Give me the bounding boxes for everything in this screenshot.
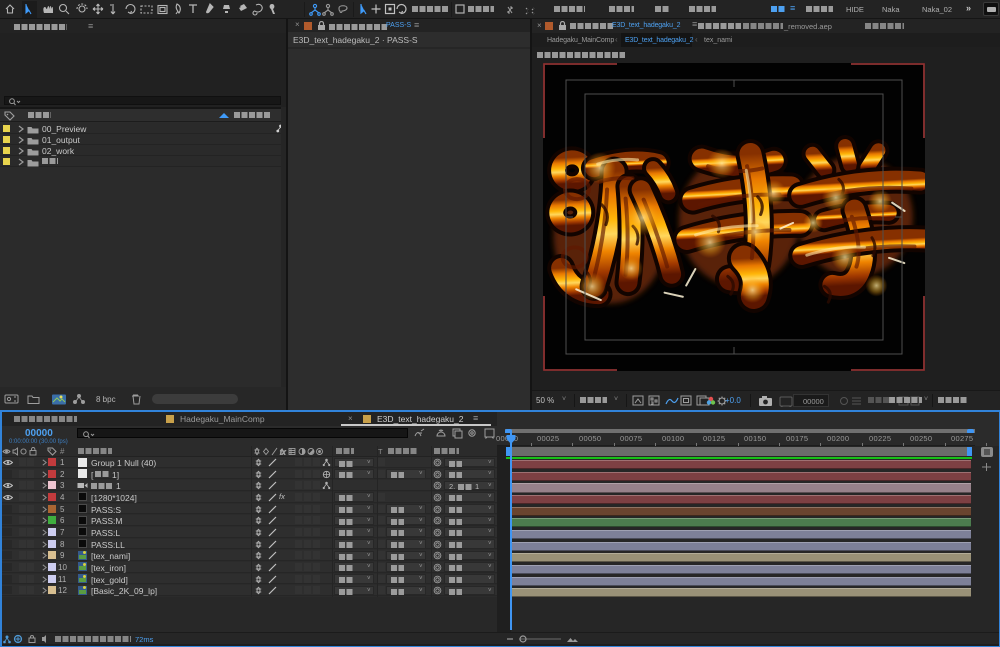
svg-text:fx: fx [280,450,286,457]
svg-text:8 bpc: 8 bpc [96,395,116,404]
